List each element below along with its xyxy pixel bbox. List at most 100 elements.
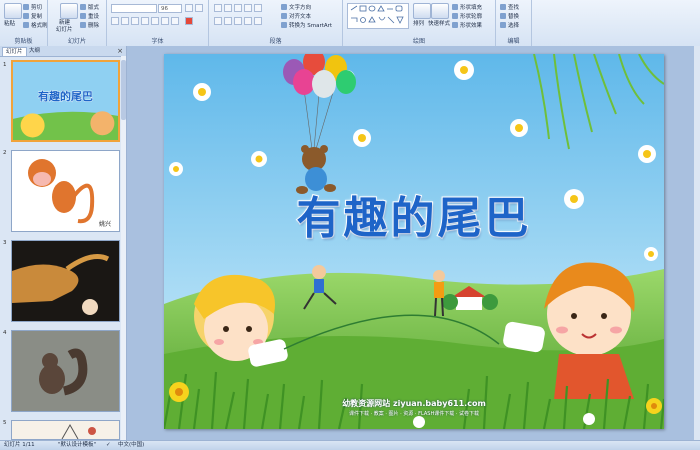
thumbnail-title: 有趣的尾巴 (38, 90, 94, 104)
shape-fill-button[interactable]: 形状填充 (452, 3, 482, 11)
font-size-select[interactable]: 96 (158, 4, 182, 13)
watermark-text: 幼教资源网站 ziyuan.baby611.com (342, 399, 486, 408)
editing-group-label: 编辑 (507, 38, 520, 45)
tab-slides[interactable]: 幻灯片 (2, 47, 27, 56)
font-name-select[interactable] (111, 4, 157, 13)
arrange-button[interactable]: 排列 (413, 19, 424, 27)
slide-thumbnail-3[interactable] (11, 240, 120, 322)
bullets-icon[interactable] (214, 4, 222, 12)
slides-panel: 幻灯片 大纲 × 1 有趣的尾巴 2 姚兴 3 4 5 (0, 46, 127, 440)
tab-outline[interactable]: 大纲 (26, 47, 43, 55)
slide-thumbnail-4[interactable] (11, 330, 120, 412)
panel-scroll-thumb[interactable] (121, 60, 126, 120)
smartart-button[interactable]: 转换为 SmartArt (281, 21, 332, 29)
paragraph-group-label: 段落 (269, 38, 282, 45)
slide-number: 2 (3, 150, 7, 156)
fill-icon (452, 4, 458, 10)
grow-font-icon[interactable] (185, 4, 193, 12)
shapes-gallery[interactable] (347, 3, 409, 29)
paste-button[interactable]: 粘贴 (4, 19, 15, 27)
slide-number: 1 (3, 62, 7, 68)
shapes-icon (350, 5, 404, 24)
justify-icon[interactable] (244, 17, 252, 25)
copy-icon (23, 13, 29, 19)
watermark-subtext: 课件下载 · 教案 · 图片 · 资源 · FLASH课件下载 · 试卷下载 (349, 411, 479, 417)
decrease-indent-icon[interactable] (234, 4, 242, 12)
columns-icon[interactable] (254, 17, 262, 25)
slide-number: 4 (3, 330, 7, 336)
reset-icon (80, 13, 86, 19)
squirrel-image (12, 331, 119, 411)
shape-effects-button[interactable]: 形状效果 (452, 21, 482, 29)
cursor-icon (500, 22, 506, 28)
format-painter-button[interactable]: 格式刷 (23, 21, 48, 29)
paragraph-group: 文字方向 对齐文本 转换为 SmartArt 段落 (209, 0, 343, 46)
slide-thumbnail-1[interactable]: 有趣的尾巴 (11, 60, 120, 142)
slide-number: 3 (3, 240, 7, 246)
slide-thumbnail-5[interactable] (11, 420, 120, 440)
outline-icon (452, 13, 458, 19)
char-spacing-icon[interactable] (161, 17, 169, 25)
increase-indent-icon[interactable] (244, 4, 252, 12)
cut-button[interactable]: 剪切 (23, 3, 42, 11)
scissors-icon (23, 4, 29, 10)
shape-outline-button[interactable]: 形状轮廓 (452, 12, 482, 20)
line-spacing-icon[interactable] (254, 4, 262, 12)
strikethrough-icon[interactable] (141, 17, 149, 25)
new-slide-icon[interactable] (60, 3, 78, 19)
effects-icon (452, 22, 458, 28)
close-icon[interactable]: × (117, 46, 123, 56)
quick-styles-icon[interactable] (431, 3, 449, 19)
clipboard-group: 粘贴 剪切 复制 格式刷 剪贴板 (0, 0, 48, 46)
bold-icon[interactable] (111, 17, 119, 25)
slides-group: 新建 幻灯片 版式 重设 删除 幻灯片 (48, 0, 107, 46)
delete-slide-button[interactable]: 删除 (80, 21, 99, 29)
italic-icon[interactable] (121, 17, 129, 25)
signature-caption: 姚兴 (98, 221, 111, 228)
shadow-icon[interactable] (151, 17, 159, 25)
text-direction-button[interactable]: 文字方向 (281, 3, 311, 11)
slides-group-label: 幻灯片 (67, 38, 86, 45)
shrink-font-icon[interactable] (195, 4, 203, 12)
current-slide[interactable]: 有趣的尾巴 幼教资源网站 ziyuan.baby611.com 课件下载 · 教… (164, 54, 664, 429)
drawing-group-label: 绘图 (412, 38, 425, 45)
drawing-group: 排列 快速样式 形状填充 形状轮廓 形状效果 绘图 (343, 0, 496, 46)
align-text-icon (281, 13, 287, 19)
reset-button[interactable]: 重设 (80, 12, 99, 20)
replace-button[interactable]: 替换 (500, 12, 519, 20)
align-right-icon[interactable] (234, 17, 242, 25)
binoculars-icon (500, 4, 506, 10)
align-left-icon[interactable] (214, 17, 222, 25)
arrange-icon[interactable] (413, 3, 431, 19)
underline-icon[interactable] (131, 17, 139, 25)
font-group-label: 字体 (151, 38, 164, 45)
layout-button[interactable]: 版式 (80, 3, 99, 11)
quick-styles-button[interactable]: 快速样式 (428, 19, 450, 27)
slide-edit-area: 有趣的尾巴 幼教资源网站 ziyuan.baby611.com 课件下载 · 教… (127, 46, 700, 440)
layout-icon (80, 4, 86, 10)
select-button[interactable]: 选择 (500, 21, 519, 29)
align-text-button[interactable]: 对齐文本 (281, 12, 311, 20)
paste-icon[interactable] (4, 3, 22, 19)
edit-area-scrollbar[interactable] (694, 46, 700, 440)
font-color-icon[interactable] (185, 17, 193, 25)
font-group: 96 字体 (107, 0, 209, 46)
copy-button[interactable]: 复制 (23, 12, 42, 20)
find-button[interactable]: 查找 (500, 3, 519, 11)
cat-tail-image (12, 241, 119, 321)
ribbon: 粘贴 剪切 复制 格式刷 剪贴板 新建 幻灯片 版式 重设 删除 幻灯片 96 … (0, 0, 700, 47)
brush-icon (23, 22, 29, 28)
panel-tabs: 幻灯片 大纲 × (0, 46, 126, 57)
align-center-icon[interactable] (224, 17, 232, 25)
panel-scrollbar[interactable] (121, 56, 126, 440)
numbering-icon[interactable] (224, 4, 232, 12)
slide-title[interactable]: 有趣的尾巴 (164, 182, 664, 246)
replace-icon (500, 13, 506, 19)
change-case-icon[interactable] (171, 17, 179, 25)
text-direction-icon (281, 4, 287, 10)
slide-thumbnail-2[interactable]: 姚兴 (11, 150, 120, 232)
slide-number: 5 (3, 420, 7, 426)
slide-5-preview (12, 421, 119, 439)
smartart-icon (281, 22, 287, 28)
clipboard-group-label: 剪贴板 (14, 38, 33, 45)
